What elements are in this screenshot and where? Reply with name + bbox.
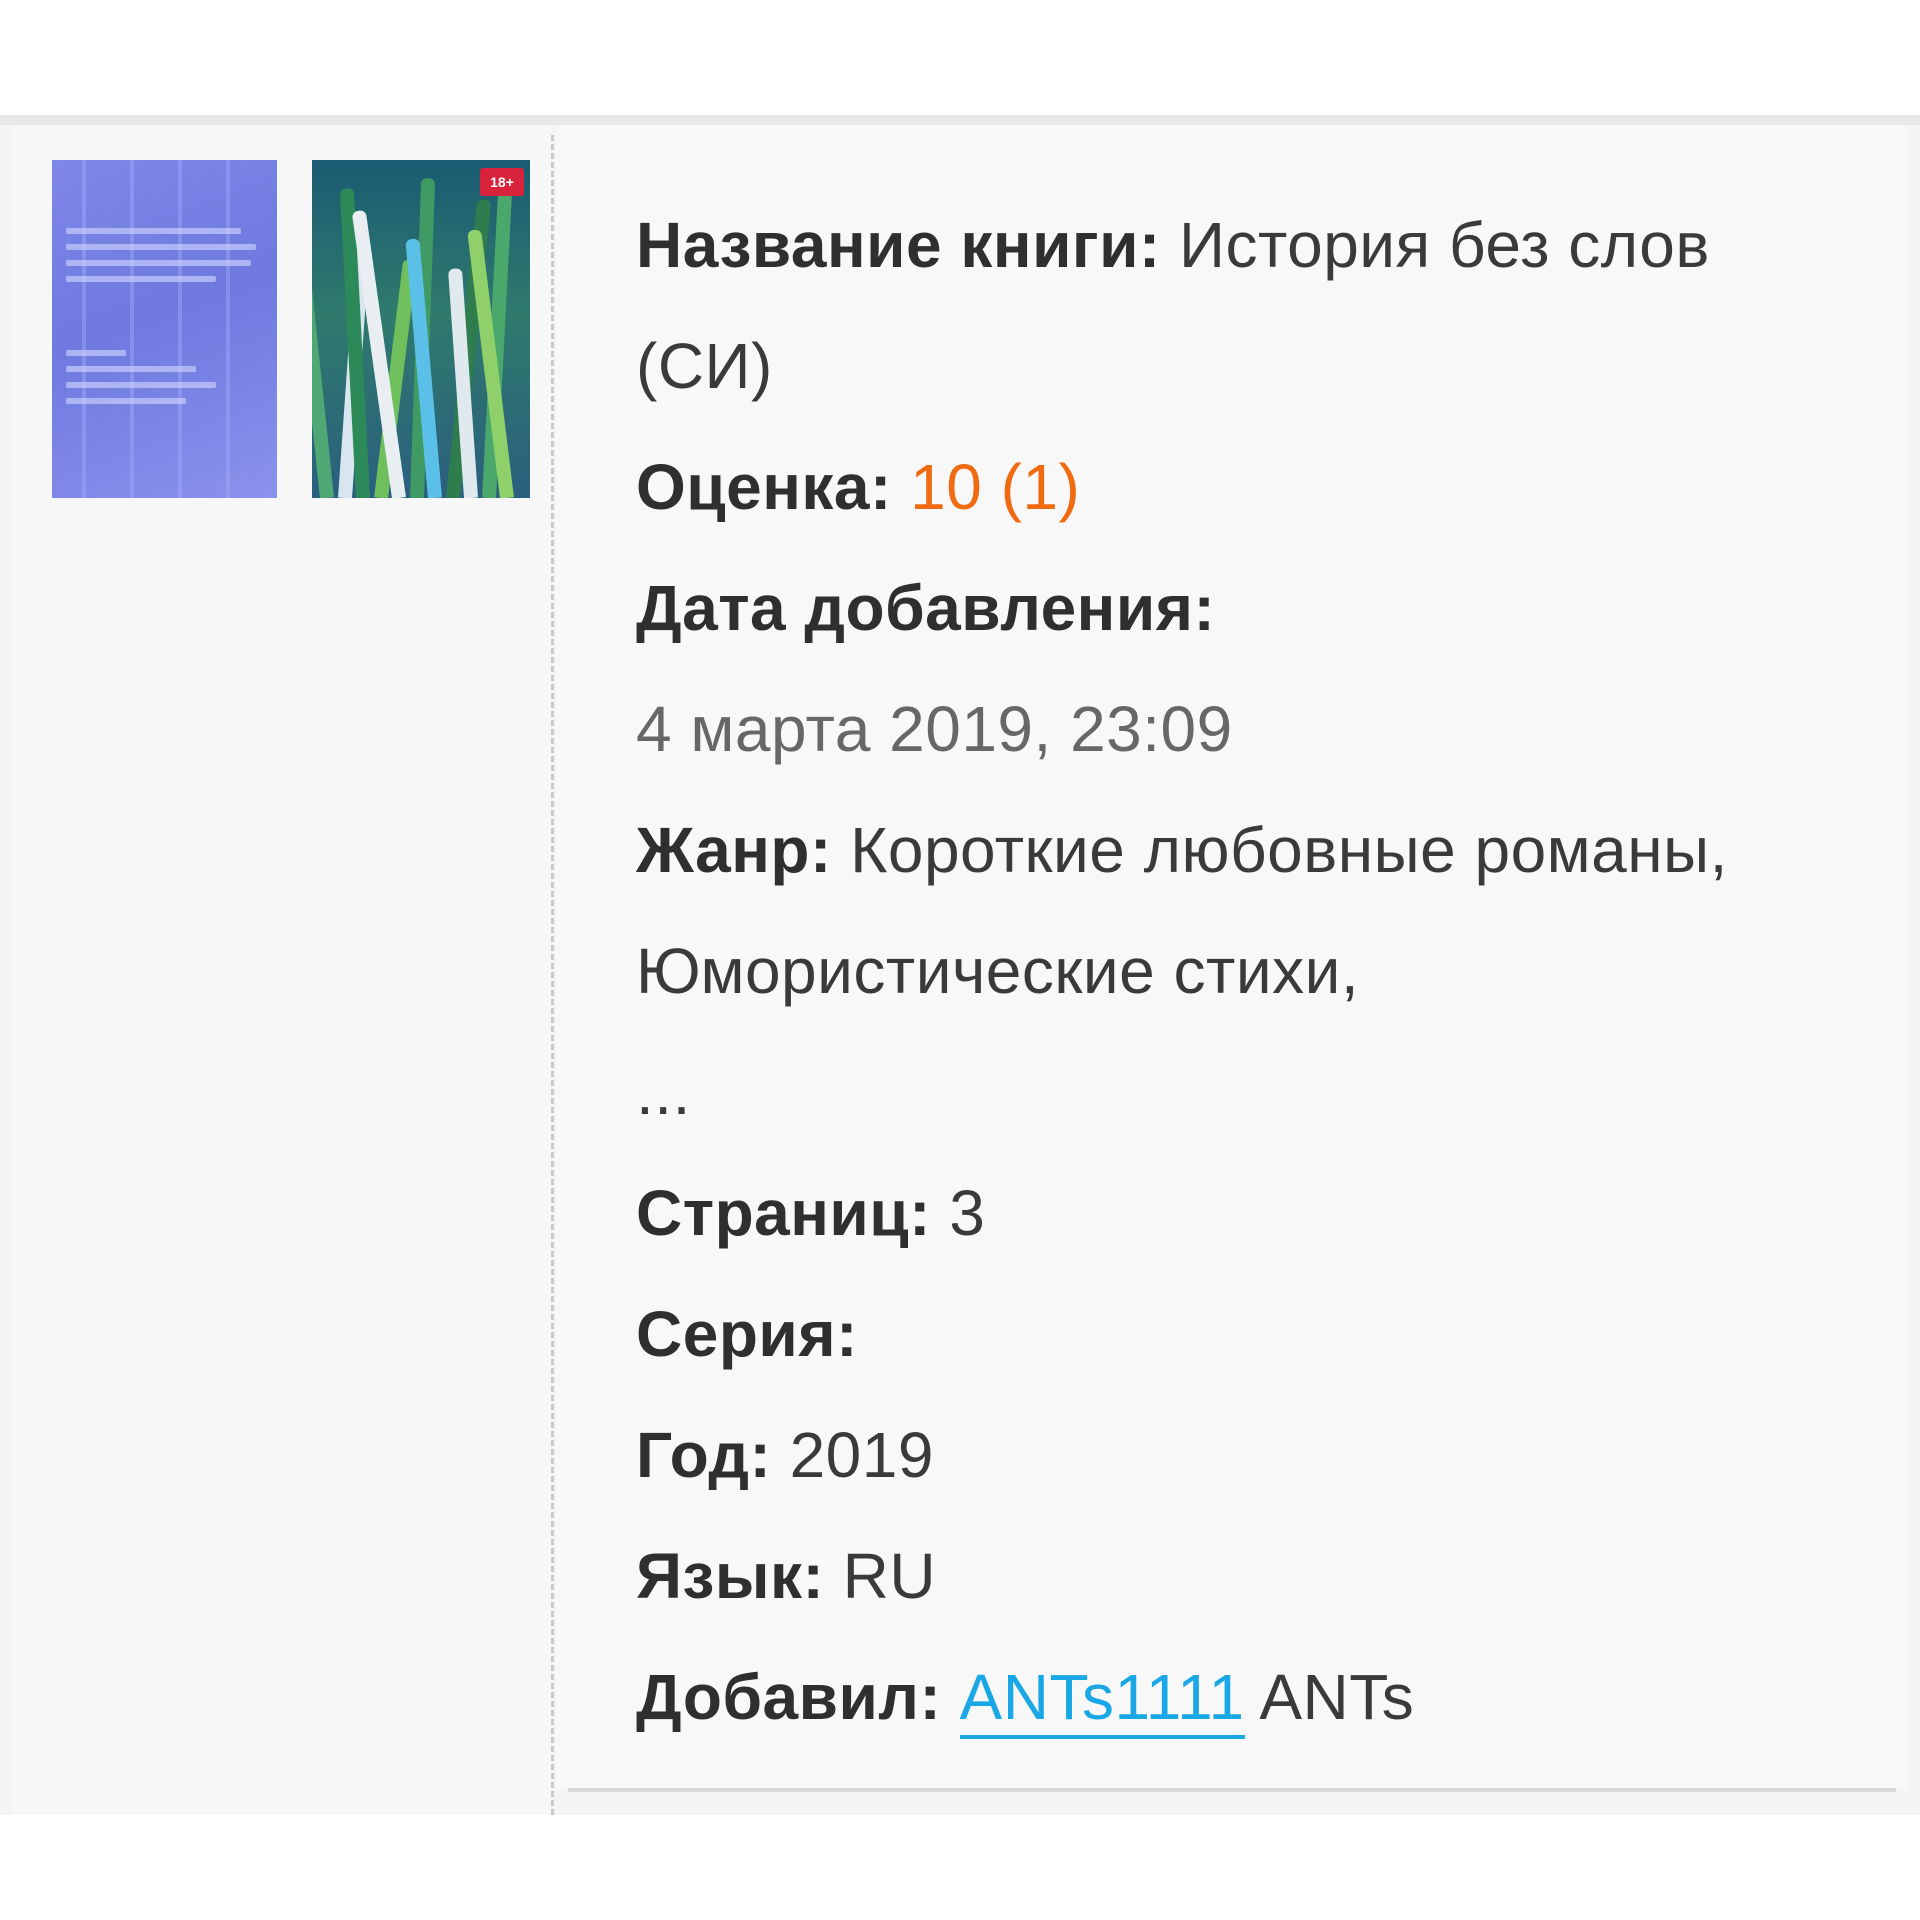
cover-text-line	[66, 228, 241, 234]
book-details: Название книги: История без слов (СИ) Оц…	[636, 185, 1836, 1758]
book-cover-front[interactable]: 18+	[312, 160, 530, 498]
title-row: Название книги: История без слов (СИ)	[636, 185, 1836, 427]
cover-text-line	[66, 382, 216, 388]
genre-more-row: ...	[636, 1032, 1836, 1153]
cover-text-line	[66, 366, 196, 372]
rating-value: 10 (1)	[910, 451, 1081, 523]
book-cover-back[interactable]	[52, 160, 277, 498]
cover-text-line	[66, 244, 256, 250]
date-value-row: 4 марта 2019, 23:09	[636, 669, 1836, 790]
rating-label: Оценка:	[636, 451, 892, 523]
language-row: Язык: RU	[636, 1516, 1836, 1637]
series-label: Серия:	[636, 1298, 858, 1370]
language-label: Язык:	[636, 1540, 825, 1612]
cover-decoration	[178, 160, 182, 498]
cover-text-line	[66, 260, 251, 266]
pages-row: Страниц: 3	[636, 1153, 1836, 1274]
year-label: Год:	[636, 1419, 772, 1491]
pages-value: 3	[949, 1177, 986, 1249]
rating-row: Оценка: 10 (1)	[636, 427, 1836, 548]
cover-decoration	[82, 160, 86, 498]
cover-text-line	[66, 398, 186, 404]
date-row: Дата добавления:	[636, 548, 1836, 669]
genre-row: Жанр: Короткие любовные романы, Юмористи…	[636, 790, 1836, 1032]
year-row: Год: 2019	[636, 1395, 1836, 1516]
bottom-divider	[568, 1788, 1896, 1792]
column-divider	[551, 135, 554, 1815]
added-by-user-link[interactable]: ANTs1111	[959, 1661, 1245, 1739]
pages-label: Страниц:	[636, 1177, 931, 1249]
age-rating-badge: 18+	[480, 168, 524, 196]
title-label: Название книги:	[636, 209, 1161, 281]
cover-decoration	[312, 198, 334, 498]
cover-column: 18+	[12, 125, 552, 1815]
cover-decoration	[226, 160, 230, 498]
added-by-label: Добавил:	[636, 1661, 942, 1733]
date-value: 4 марта 2019, 23:09	[636, 693, 1233, 765]
genre-label: Жанр:	[636, 814, 832, 886]
series-row: Серия:	[636, 1274, 1836, 1395]
year-value: 2019	[789, 1419, 934, 1491]
cover-text-line	[66, 350, 126, 356]
cover-text-line	[66, 276, 216, 282]
language-value: RU	[842, 1540, 937, 1612]
genre-more[interactable]: ...	[636, 1056, 691, 1128]
added-by-row: Добавил: ANTs1111 ANTs	[636, 1637, 1836, 1758]
date-label: Дата добавления:	[636, 572, 1216, 644]
added-by-name: ANTs	[1259, 1661, 1415, 1733]
cover-decoration	[130, 160, 134, 498]
